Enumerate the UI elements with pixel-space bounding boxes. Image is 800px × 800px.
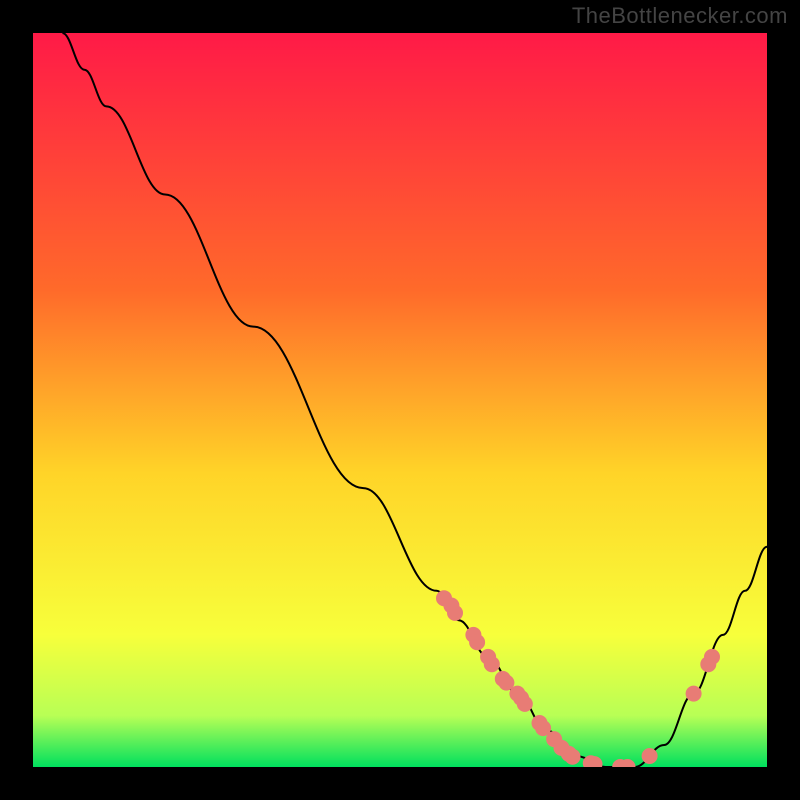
data-marker xyxy=(642,748,658,764)
data-marker xyxy=(484,656,500,672)
chart-frame: TheBottlenecker.com xyxy=(0,0,800,800)
data-marker xyxy=(517,696,533,712)
data-marker xyxy=(447,605,463,621)
plot-area xyxy=(33,33,767,767)
data-marker xyxy=(704,649,720,665)
data-marker xyxy=(565,749,581,765)
watermark-text: TheBottlenecker.com xyxy=(572,3,788,29)
data-marker xyxy=(469,634,485,650)
data-marker xyxy=(686,686,702,702)
chart-svg xyxy=(33,33,767,767)
gradient-background xyxy=(33,33,767,767)
